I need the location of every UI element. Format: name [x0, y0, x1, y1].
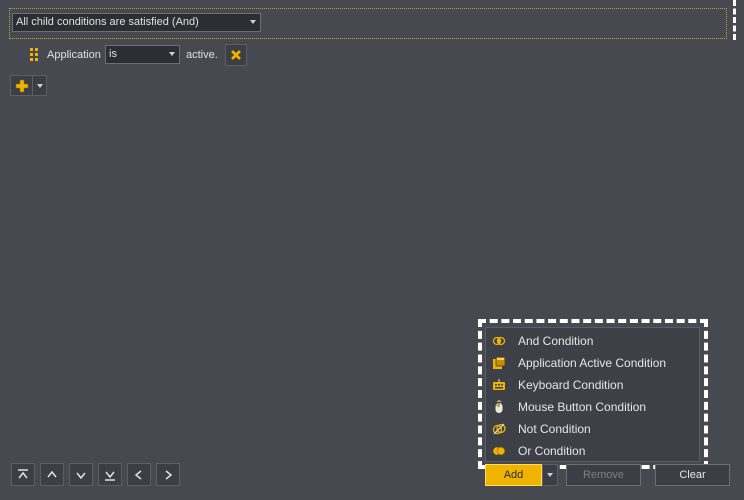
add-child-condition-button[interactable]: [10, 75, 47, 96]
application-icon: [492, 356, 506, 370]
menu-item-label: Or Condition: [518, 444, 586, 458]
add-dropdown-button[interactable]: [542, 464, 558, 486]
condition-suffix-label: active.: [186, 49, 218, 61]
move-down-button[interactable]: [69, 463, 93, 486]
menu-item-label: And Condition: [518, 334, 594, 348]
chevron-left-icon: [134, 469, 142, 480]
add-child-dropdown[interactable]: [33, 76, 46, 95]
menu-item-and-condition[interactable]: And Condition: [486, 330, 699, 352]
operator-select[interactable]: is: [105, 45, 180, 64]
add-split-button[interactable]: Add: [485, 464, 558, 486]
chevron-down-icon: [250, 20, 256, 24]
chevron-down-icon: [169, 52, 175, 56]
menu-item-label: Mouse Button Condition: [518, 400, 647, 414]
remove-condition-button[interactable]: [225, 44, 247, 66]
chevron-up-icon: [47, 470, 57, 477]
mouse-icon: [492, 400, 506, 414]
move-right-button[interactable]: [156, 463, 180, 486]
menu-item-not-condition[interactable]: Not Condition: [486, 418, 699, 440]
close-icon: [230, 49, 242, 61]
clear-button[interactable]: Clear: [655, 464, 730, 486]
chevron-right-icon: [165, 469, 173, 480]
move-left-button[interactable]: [127, 463, 151, 486]
move-bottom-button[interactable]: [98, 463, 122, 486]
menu-item-keyboard-condition[interactable]: Keyboard Condition: [486, 374, 699, 396]
menu-item-mouse-button-condition[interactable]: Mouse Button Condition: [486, 396, 699, 418]
focus-indicator: [733, 0, 736, 40]
move-bottom-icon: [105, 471, 115, 481]
and-condition-icon: [492, 334, 506, 348]
chevron-down-icon: [37, 84, 43, 88]
menu-item-label: Keyboard Condition: [518, 378, 624, 392]
move-top-icon: [18, 468, 28, 478]
condition-type-label: Application: [47, 49, 101, 61]
plus-icon: [15, 79, 28, 92]
operator-value: is: [109, 48, 117, 60]
add-condition-menu: And Condition Application Active Conditi…: [485, 327, 700, 462]
menu-item-application-active-condition[interactable]: Application Active Condition: [486, 352, 699, 374]
not-condition-icon: [492, 422, 506, 436]
add-child-main[interactable]: [11, 76, 33, 95]
move-top-button[interactable]: [11, 463, 35, 486]
root-condition-value: All child conditions are satisfied (And): [16, 16, 199, 28]
drag-handle-icon[interactable]: [30, 48, 40, 61]
menu-item-label: Application Active Condition: [518, 356, 667, 370]
or-condition-icon: [492, 444, 506, 458]
remove-button[interactable]: Remove: [566, 464, 641, 486]
root-condition-select[interactable]: All child conditions are satisfied (And): [12, 13, 261, 32]
add-button[interactable]: Add: [485, 464, 542, 486]
chevron-down-icon: [547, 473, 553, 477]
chevron-down-icon: [76, 472, 86, 479]
menu-item-label: Not Condition: [518, 422, 591, 436]
move-up-button[interactable]: [40, 463, 64, 486]
menu-item-or-condition[interactable]: Or Condition: [486, 440, 699, 462]
keyboard-icon: [492, 378, 506, 392]
